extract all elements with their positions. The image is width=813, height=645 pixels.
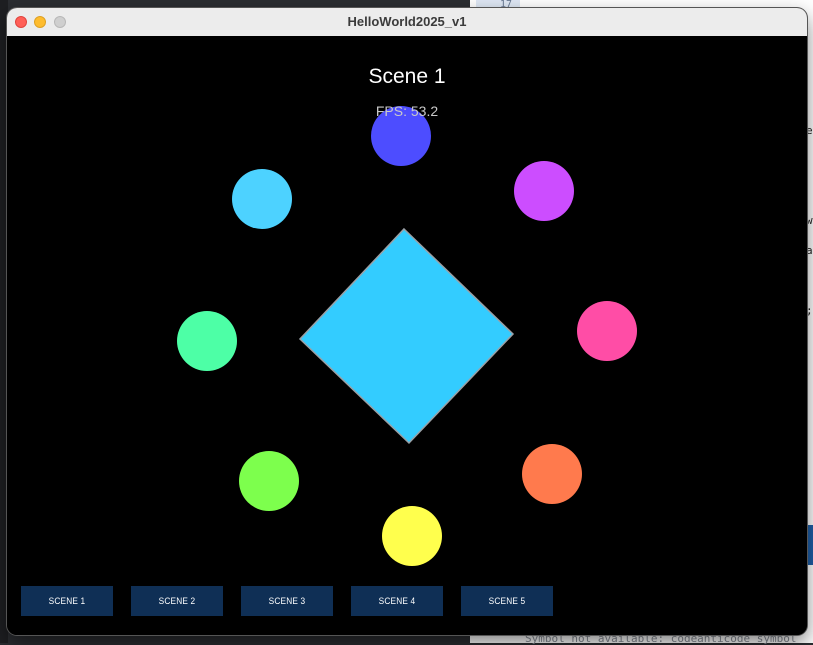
scene-title: Scene 1 bbox=[368, 65, 446, 88]
circle-lime bbox=[239, 451, 299, 511]
rotating-diamond-shape bbox=[298, 227, 515, 445]
circle-green bbox=[177, 311, 237, 371]
circle-orange bbox=[522, 444, 582, 504]
sketch-canvas[interactable]: Scene 1 FPS: 53.2 SCENE 1 SCENE 2 SCENE … bbox=[7, 36, 807, 635]
title-bar[interactable]: HelloWorld2025_v1 bbox=[7, 8, 807, 37]
scene-1-button[interactable]: SCENE 1 bbox=[21, 586, 113, 616]
scene-4-button[interactable]: SCENE 4 bbox=[351, 586, 443, 616]
circle-cyan bbox=[232, 169, 292, 229]
app-window: HelloWorld2025_v1 Scene 1 FPS: 53.2 SCEN… bbox=[7, 8, 807, 635]
circle-yellow bbox=[382, 506, 442, 566]
circle-pink bbox=[577, 301, 637, 361]
scene-2-button[interactable]: SCENE 2 bbox=[131, 586, 223, 616]
fps-counter: FPS: 53.2 bbox=[375, 103, 439, 119]
scene-3-button[interactable]: SCENE 3 bbox=[241, 586, 333, 616]
window-title: HelloWorld2025_v1 bbox=[347, 14, 467, 29]
background-editor-scrollbar bbox=[807, 525, 813, 565]
scene-5-button[interactable]: SCENE 5 bbox=[461, 586, 553, 616]
circle-purple bbox=[514, 161, 574, 221]
